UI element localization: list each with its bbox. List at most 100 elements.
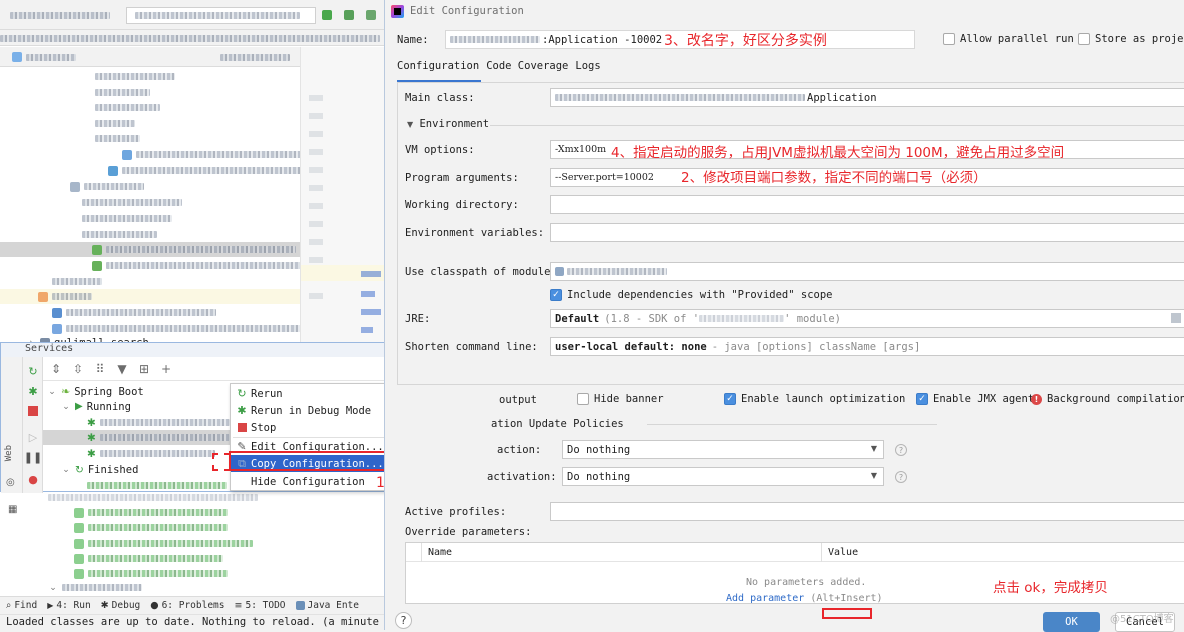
breadcrumb[interactable] xyxy=(0,35,380,42)
tool-tab-java-enterprise[interactable]: Java Ente xyxy=(295,600,359,611)
tree-item[interactable] xyxy=(82,231,157,238)
tree-item[interactable] xyxy=(122,167,302,174)
project-icon xyxy=(12,52,22,62)
allow-parallel-run-checkbox[interactable]: Allow parallel run xyxy=(943,33,1074,45)
add-parameter-link[interactable]: Add parameter xyxy=(726,593,804,604)
help-button[interactable]: ? xyxy=(395,612,412,629)
run-config-selector[interactable] xyxy=(126,7,316,24)
tool-tab-problems[interactable]: ● 6: Problems xyxy=(150,600,224,611)
hide-banner-checkbox[interactable]: Hide banner xyxy=(577,393,664,405)
problems-icon: ● xyxy=(150,600,159,611)
annotation-box-copy xyxy=(229,451,399,471)
column-header-value[interactable]: Value xyxy=(828,547,858,558)
jmx-agent-checkbox[interactable]: ✓ Enable JMX agent xyxy=(916,393,1034,405)
run-icon[interactable] xyxy=(322,10,332,20)
dialog-title: Edit Configuration xyxy=(410,5,524,17)
web-tool-tab[interactable]: Web xyxy=(4,445,14,461)
service-instance-selected[interactable]: ✱ xyxy=(43,430,233,445)
debug-icon[interactable] xyxy=(344,10,354,20)
resume-icon[interactable]: ▷ xyxy=(27,431,39,444)
column-header-name[interactable]: Name xyxy=(428,547,452,558)
service-instance[interactable] xyxy=(88,524,228,531)
expand-all-icon[interactable]: ⇕ xyxy=(49,362,63,376)
rerun-icon[interactable]: ↻ xyxy=(27,365,39,378)
shorten-command-line-select[interactable]: user-local default: none - java [options… xyxy=(550,337,1184,356)
tree-item[interactable] xyxy=(106,246,296,253)
status-bar: Loaded classes are up to date. Nothing t… xyxy=(0,614,384,630)
service-instance[interactable]: ✱ xyxy=(87,446,215,461)
section-divider xyxy=(490,125,1184,126)
folder-icon[interactable] xyxy=(1171,313,1181,323)
stop-icon[interactable] xyxy=(27,405,39,417)
coverage-icon[interactable] xyxy=(366,10,376,20)
config-file-icon xyxy=(92,244,102,255)
tool-tab-run[interactable]: ▶ 4: Run xyxy=(47,600,90,611)
environment-section[interactable]: ▼ Environment xyxy=(407,118,489,130)
service-instance[interactable]: ✱ xyxy=(87,415,230,430)
jre-value-detail: (1.8 - SDK of ' xyxy=(604,312,700,325)
finished-node[interactable]: ⌄ ↻ Finished xyxy=(61,462,138,477)
toolbar-icons[interactable] xyxy=(10,12,110,19)
tool-tab-label: 6: Problems xyxy=(161,600,225,611)
tree-item[interactable] xyxy=(106,262,301,269)
active-profiles-input[interactable] xyxy=(550,502,1184,521)
launch-optimization-checkbox[interactable]: ✓ Enable launch optimization xyxy=(724,393,905,405)
tree-item[interactable] xyxy=(95,104,160,111)
tree-item[interactable] xyxy=(136,151,306,158)
ok-button[interactable]: OK xyxy=(1043,612,1100,632)
rerun-debug-icon[interactable]: ✱ xyxy=(27,385,39,398)
collapse-all-icon[interactable]: ⇳ xyxy=(71,362,85,376)
todo-icon: ≡ xyxy=(234,600,243,611)
shorten-command-line-label: Shorten command line: xyxy=(405,341,538,353)
tree-item[interactable] xyxy=(52,278,102,285)
tool-tab-todo[interactable]: ≡ 5: TODO xyxy=(235,600,286,611)
layout-icon[interactable]: ▦ xyxy=(8,504,17,515)
tree-item[interactable] xyxy=(82,215,172,222)
on-frame-deactivation-dropdown[interactable]: Do nothing ▼ xyxy=(562,467,884,486)
tree-item[interactable] xyxy=(95,73,175,80)
tree-item[interactable] xyxy=(95,89,150,96)
jre-select[interactable]: Default (1.8 - SDK of ' ' module) xyxy=(550,309,1184,328)
active-profiles-label: Active profiles: xyxy=(405,506,507,518)
main-class-input[interactable]: Application xyxy=(550,88,1184,107)
service-instance[interactable] xyxy=(88,509,228,516)
tool-tab-debug[interactable]: ✱ Debug xyxy=(101,600,141,611)
tool-tab-find[interactable]: ⌕ Find xyxy=(6,600,37,611)
store-as-project-checkbox[interactable]: Store as project xyxy=(1078,33,1184,45)
add-service-icon[interactable]: + xyxy=(159,362,173,376)
record-icon[interactable]: ● xyxy=(27,473,39,486)
environment-variables-input[interactable] xyxy=(550,223,1184,242)
help-icon[interactable]: ? xyxy=(895,444,907,456)
new-tab-icon[interactable]: ⊞ xyxy=(137,362,151,376)
filter-icon[interactable]: ▼ xyxy=(115,362,129,376)
group-by-icon[interactable]: ⠿ xyxy=(93,362,107,376)
main-toolbar xyxy=(0,0,384,30)
tree-item[interactable] xyxy=(66,309,216,316)
tool-tab-label: Find xyxy=(14,600,38,611)
tree-item[interactable] xyxy=(82,199,182,206)
service-instance[interactable] xyxy=(88,555,223,562)
globe-icon[interactable]: ◎ xyxy=(6,477,15,488)
classpath-module-select[interactable] xyxy=(550,262,1184,281)
service-instance[interactable] xyxy=(88,540,253,547)
search-icon: ⌕ xyxy=(6,600,12,611)
tree-item[interactable] xyxy=(52,293,92,300)
tree-item[interactable] xyxy=(95,120,135,127)
service-group[interactable] xyxy=(62,584,142,591)
help-icon[interactable]: ? xyxy=(895,471,907,483)
on-update-dropdown[interactable]: Do nothing ▼ xyxy=(562,440,884,459)
jre-label: JRE: xyxy=(405,313,431,325)
tab-configuration[interactable]: Configuration xyxy=(397,60,479,72)
running-node[interactable]: ⌄ ▶ Running xyxy=(61,399,131,414)
spring-boot-node[interactable]: ⌄ ❧ Spring Boot xyxy=(47,384,144,399)
include-provided-checkbox[interactable]: ✓ Include dependencies with "Provided" s… xyxy=(550,289,833,301)
tree-item[interactable] xyxy=(66,325,306,332)
tree-item[interactable] xyxy=(95,135,140,142)
service-instance[interactable] xyxy=(88,570,228,577)
tab-code-coverage[interactable]: Code Coverage xyxy=(486,60,568,72)
pause-icon[interactable]: ❚❚ xyxy=(24,451,42,464)
tree-item[interactable] xyxy=(84,183,144,190)
tab-logs[interactable]: Logs xyxy=(575,60,600,72)
tool-window-tabs: ⌕ Find ▶ 4: Run ✱ Debug ● 6: Problems ≡ 5: TO… xyxy=(0,596,384,614)
working-directory-input[interactable] xyxy=(550,195,1184,214)
